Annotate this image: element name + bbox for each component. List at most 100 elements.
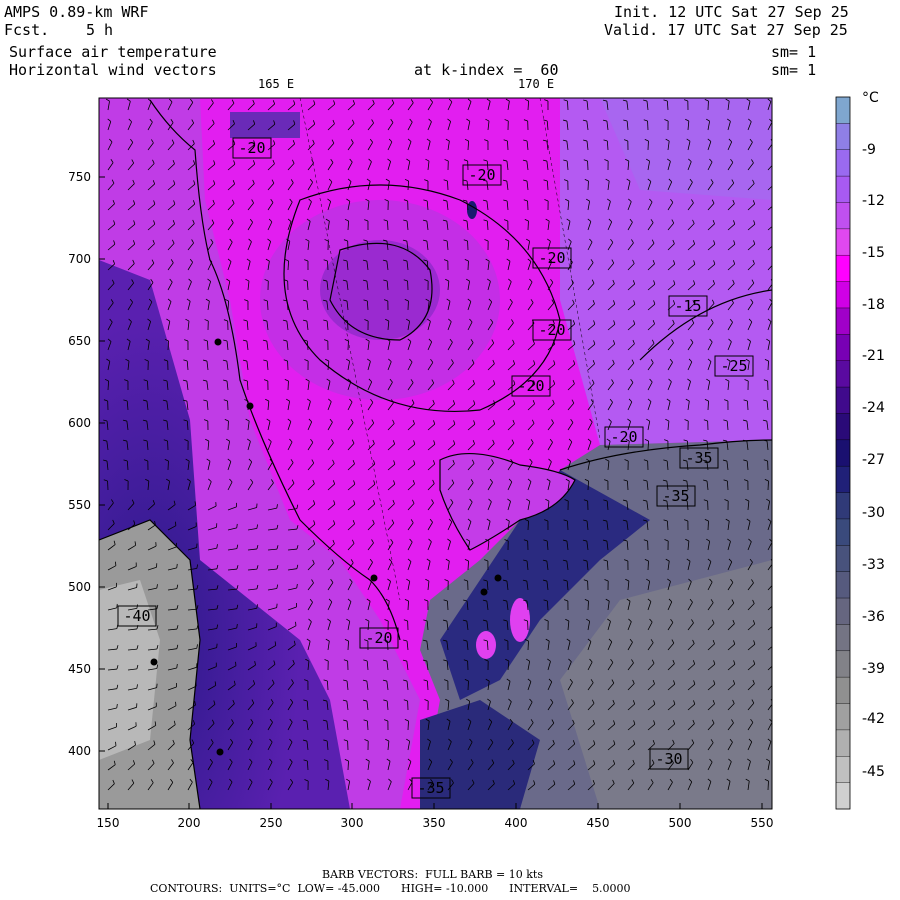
colorbar-label: -15 bbox=[862, 245, 885, 261]
colorbar-swatch bbox=[836, 466, 850, 494]
colorbar-swatch bbox=[836, 307, 850, 335]
contour-label: -20 bbox=[532, 247, 572, 269]
colorbar-label: -21 bbox=[862, 348, 885, 364]
colorbar-label: -9 bbox=[862, 142, 876, 158]
colorbar-unit: °C bbox=[862, 90, 879, 106]
svg-text:-15: -15 bbox=[674, 297, 701, 315]
x-tick-label: 250 bbox=[260, 816, 283, 830]
contour-label: -35 bbox=[679, 447, 719, 469]
colorbar-label: -24 bbox=[862, 400, 885, 416]
x-tick-label: 550 bbox=[751, 816, 774, 830]
colorbar-label: -12 bbox=[862, 193, 885, 209]
colorbar-swatch bbox=[836, 624, 850, 652]
svg-text:-35: -35 bbox=[685, 449, 712, 467]
island-3 bbox=[467, 201, 477, 219]
colorbar-swatch bbox=[836, 149, 850, 177]
y-tick-label: 450 bbox=[68, 662, 91, 676]
y-tick-label: 550 bbox=[68, 498, 91, 512]
colorbar-swatch bbox=[836, 387, 850, 414]
colorbar-swatch bbox=[836, 202, 850, 230]
contour-label: -35 bbox=[656, 485, 696, 507]
barb-legend: BARB VECTORS: FULL BARB = 10 kts bbox=[322, 868, 543, 881]
colorbar-label: -42 bbox=[862, 711, 885, 727]
colorbar-swatch bbox=[836, 677, 850, 705]
x-tick-label: 350 bbox=[423, 816, 446, 830]
colorbar-label: -18 bbox=[862, 297, 885, 313]
colorbar-swatch bbox=[836, 176, 850, 203]
colorbar-swatch bbox=[836, 729, 850, 757]
svg-text:-35: -35 bbox=[662, 487, 689, 505]
colorbar-swatch bbox=[836, 228, 850, 256]
colorbar-swatch bbox=[836, 703, 850, 731]
contour-label: -20 bbox=[604, 426, 644, 448]
colorbar-swatch bbox=[836, 518, 850, 546]
svg-text:-30: -30 bbox=[655, 750, 682, 768]
northwest-cold-patch bbox=[230, 112, 300, 138]
colorbar-label: -36 bbox=[862, 609, 885, 625]
svg-text:-20: -20 bbox=[517, 377, 544, 395]
island-1 bbox=[510, 598, 530, 642]
contour-label: -35 bbox=[411, 777, 451, 799]
x-tick-label: 400 bbox=[505, 816, 528, 830]
colorbar-swatch bbox=[836, 782, 850, 810]
colorbar-swatch bbox=[836, 413, 850, 441]
station-dot bbox=[214, 338, 222, 346]
colorbar-swatch bbox=[836, 571, 850, 599]
y-tick-label: 400 bbox=[68, 744, 91, 758]
contour-label: -20 bbox=[462, 164, 502, 186]
temperature-colorbar bbox=[835, 96, 851, 810]
contour-label: -40 bbox=[117, 605, 157, 627]
colorbar-swatch bbox=[836, 598, 850, 625]
colorbar-swatch bbox=[836, 97, 850, 124]
colorbar-swatch bbox=[836, 334, 850, 362]
temperature-map: -20 -20 -20 -15 -20 -20 -20 -35 -35 -40 -20 -35 -30 -… bbox=[68, 96, 851, 830]
colorbar-label: -39 bbox=[862, 661, 885, 677]
station-dot bbox=[150, 658, 158, 666]
station-dot bbox=[216, 748, 224, 756]
contour-label: -20 bbox=[359, 627, 399, 649]
colorbar-swatch bbox=[836, 255, 850, 283]
colorbar-swatch bbox=[836, 360, 850, 388]
x-tick-label: 300 bbox=[341, 816, 364, 830]
y-tick-label: 700 bbox=[68, 252, 91, 266]
colorbar-swatch bbox=[836, 756, 850, 784]
y-tick-label: 500 bbox=[68, 580, 91, 594]
contour-label: -25 bbox=[714, 355, 754, 377]
x-tick-label: 500 bbox=[669, 816, 692, 830]
svg-text:-20: -20 bbox=[238, 139, 265, 157]
colorbar-swatch bbox=[836, 281, 850, 309]
cold-centre-inner bbox=[320, 240, 440, 340]
x-tick-label: 150 bbox=[97, 816, 120, 830]
island-2 bbox=[476, 631, 496, 659]
svg-text:-35: -35 bbox=[417, 779, 444, 797]
svg-text:-25: -25 bbox=[720, 357, 747, 375]
x-tick-label: 200 bbox=[178, 816, 201, 830]
colorbar-label: -30 bbox=[862, 505, 885, 521]
station-dot bbox=[370, 574, 378, 582]
colorbar-swatch bbox=[836, 123, 850, 151]
contour-legend: CONTOURS: UNITS=°C LOW= -45.000 HIGH= -1… bbox=[150, 882, 631, 895]
x-tick-label: 450 bbox=[587, 816, 610, 830]
svg-text:-20: -20 bbox=[610, 428, 637, 446]
station-dot bbox=[246, 402, 254, 410]
svg-text:-20: -20 bbox=[365, 629, 392, 647]
contour-label: -20 bbox=[532, 319, 572, 341]
y-tick-label: 750 bbox=[68, 170, 91, 184]
station-dot bbox=[480, 588, 488, 596]
svg-text:-40: -40 bbox=[123, 607, 150, 625]
svg-text:-20: -20 bbox=[538, 249, 565, 267]
station-dot bbox=[494, 574, 502, 582]
colorbar-swatch bbox=[836, 545, 850, 573]
svg-text:-20: -20 bbox=[468, 166, 495, 184]
svg-text:-20: -20 bbox=[538, 321, 565, 339]
contour-label: -30 bbox=[649, 748, 689, 770]
colorbar-swatch bbox=[836, 492, 850, 520]
contour-label: -20 bbox=[232, 137, 272, 159]
contour-label: -15 bbox=[668, 295, 708, 317]
contour-label: -20 bbox=[511, 375, 551, 397]
y-tick-label: 600 bbox=[68, 416, 91, 430]
colorbar-swatch bbox=[836, 650, 850, 678]
y-tick-label: 650 bbox=[68, 334, 91, 348]
colorbar-label: -27 bbox=[862, 452, 885, 468]
colorbar-label: -33 bbox=[862, 557, 885, 573]
